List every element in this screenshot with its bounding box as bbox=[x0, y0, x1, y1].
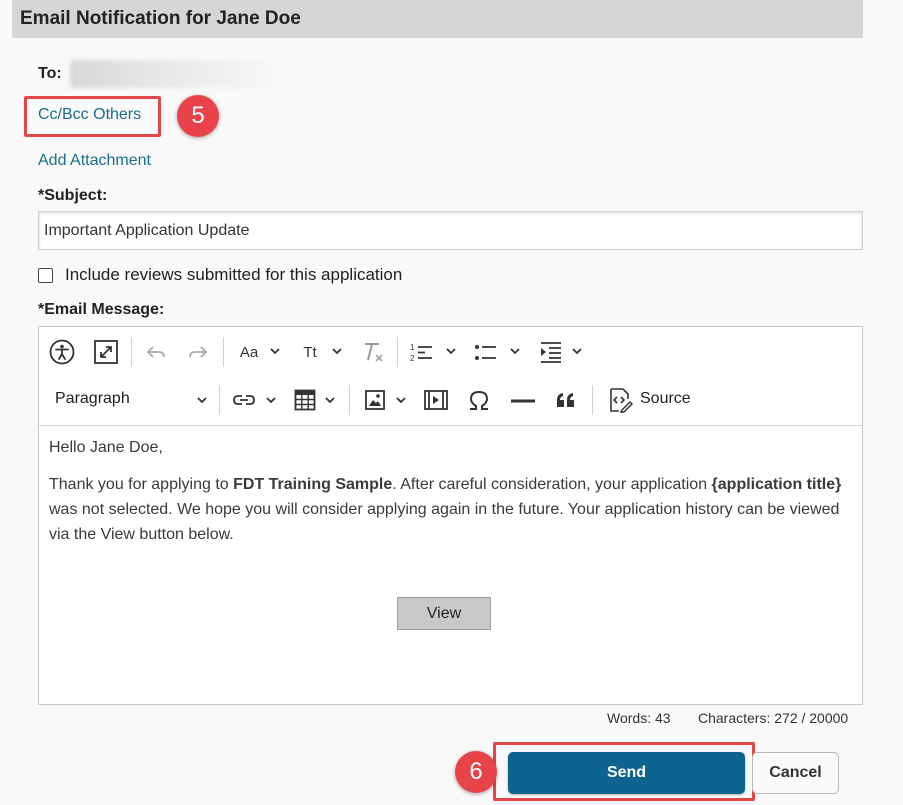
dialog-header: Email Notification for Jane Doe bbox=[12, 0, 863, 38]
editor-toolbar: Aa Tt 12 Paragraph Source bbox=[39, 327, 862, 426]
source-button-label[interactable]: Source bbox=[640, 390, 691, 408]
to-label: To: bbox=[38, 65, 62, 82]
bulleted-list-icon[interactable] bbox=[473, 340, 497, 364]
dialog-title: Email Notification for Jane Doe bbox=[20, 8, 301, 29]
chevron-down-icon[interactable] bbox=[324, 394, 336, 406]
subject-input[interactable] bbox=[38, 211, 863, 250]
email-message-label: *Email Message: bbox=[38, 301, 165, 318]
program-name: FDT Training Sample bbox=[233, 476, 393, 493]
toolbar-separator bbox=[592, 385, 593, 415]
step-badge-5: 5 bbox=[177, 95, 219, 137]
editor-content[interactable]: Hello Jane Doe, Thank you for applying t… bbox=[49, 435, 849, 559]
image-icon[interactable] bbox=[364, 389, 386, 411]
remove-format-icon[interactable] bbox=[361, 340, 385, 364]
source-icon[interactable] bbox=[607, 387, 633, 413]
cancel-button[interactable]: Cancel bbox=[752, 752, 839, 794]
chevron-down-icon[interactable] bbox=[196, 394, 208, 406]
chevron-down-icon[interactable] bbox=[395, 394, 407, 406]
undo-icon[interactable] bbox=[145, 342, 167, 362]
svg-text:1: 1 bbox=[410, 343, 415, 352]
redo-icon[interactable] bbox=[187, 342, 209, 362]
add-attachment-link[interactable]: Add Attachment bbox=[38, 152, 151, 170]
subject-label: *Subject: bbox=[38, 187, 108, 204]
accessibility-icon[interactable] bbox=[49, 339, 75, 365]
horizontal-line-icon[interactable] bbox=[511, 399, 535, 403]
special-char-icon[interactable] bbox=[467, 389, 491, 413]
step-badge-6: 6 bbox=[455, 751, 497, 793]
chevron-down-icon[interactable] bbox=[269, 345, 281, 357]
character-count: Characters: 272 / 20000 bbox=[698, 710, 849, 726]
application-title-placeholder: {application title} bbox=[711, 476, 842, 493]
toolbar-separator bbox=[223, 337, 224, 367]
chevron-down-icon[interactable] bbox=[331, 345, 343, 357]
indent-icon[interactable] bbox=[539, 340, 563, 364]
toolbar-separator bbox=[131, 337, 132, 367]
word-count: Words: 43 bbox=[607, 710, 671, 726]
toolbar-separator bbox=[397, 337, 398, 367]
rich-text-editor[interactable]: Aa Tt 12 Paragraph Source Hello Jane Doe… bbox=[38, 326, 863, 705]
callout-highlight-cc bbox=[24, 96, 161, 137]
chevron-down-icon[interactable] bbox=[265, 394, 277, 406]
blockquote-icon[interactable] bbox=[555, 390, 577, 410]
fullscreen-icon[interactable] bbox=[93, 339, 119, 365]
view-button[interactable]: View bbox=[397, 597, 491, 630]
heading-select[interactable]: Paragraph bbox=[55, 390, 130, 408]
chevron-down-icon[interactable] bbox=[509, 345, 521, 357]
media-icon[interactable] bbox=[423, 389, 449, 411]
include-reviews-checkbox[interactable] bbox=[38, 267, 53, 283]
svg-text:2: 2 bbox=[410, 354, 415, 363]
toolbar-separator bbox=[219, 385, 220, 415]
include-reviews-label: Include reviews submitted for this appli… bbox=[65, 265, 403, 284]
message-body: Thank you for applying to FDT Training S… bbox=[49, 476, 842, 543]
greeting-text: Hello Jane Doe, bbox=[49, 439, 163, 456]
include-reviews-row[interactable]: Include reviews submitted for this appli… bbox=[38, 265, 402, 285]
numbered-list-icon[interactable]: 12 bbox=[409, 340, 433, 364]
link-icon[interactable] bbox=[232, 389, 256, 411]
send-button[interactable]: Send bbox=[508, 752, 745, 794]
font-size-icon[interactable]: Aa bbox=[237, 342, 261, 362]
chevron-down-icon[interactable] bbox=[445, 345, 457, 357]
table-icon[interactable] bbox=[294, 389, 316, 411]
chevron-down-icon[interactable] bbox=[571, 345, 583, 357]
text-transform-icon[interactable]: Tt bbox=[299, 342, 321, 362]
recipient-email-redacted bbox=[70, 60, 270, 88]
toolbar-separator bbox=[349, 385, 350, 415]
